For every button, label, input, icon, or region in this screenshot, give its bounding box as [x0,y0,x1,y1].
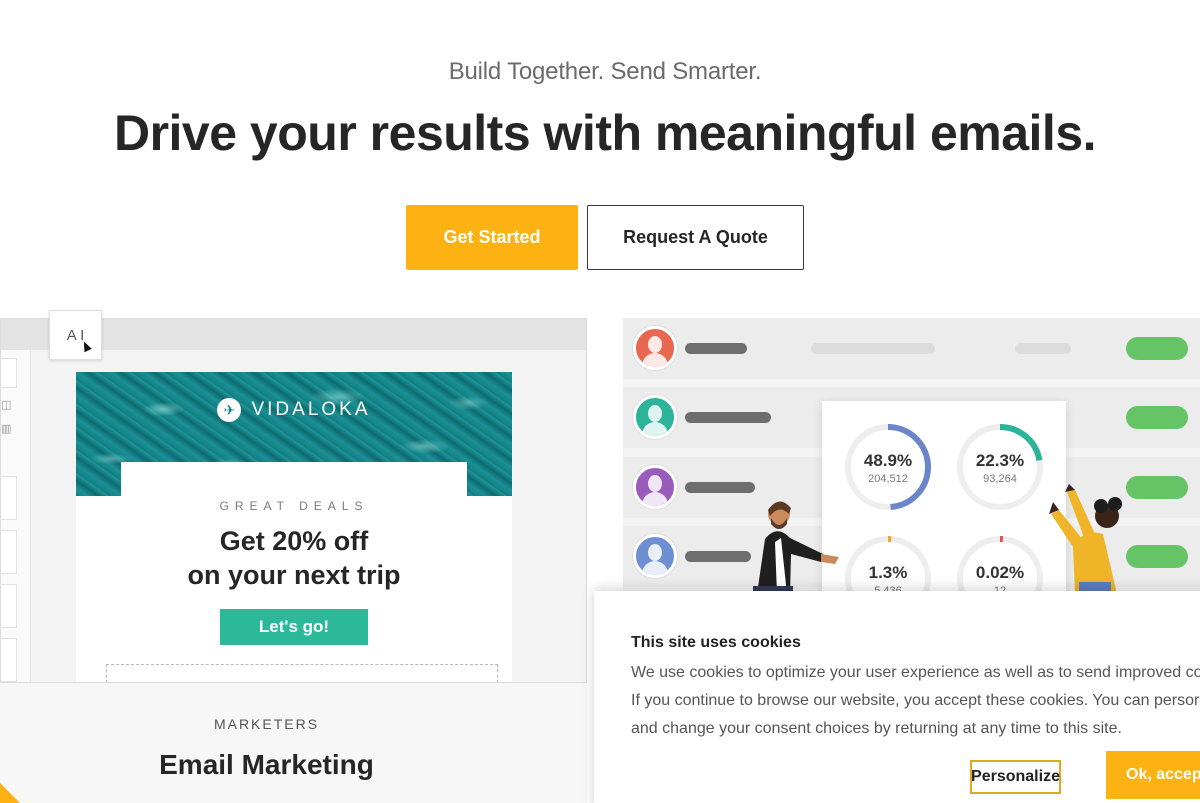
cookie-line-2: If you continue to browse our website, y… [631,692,1200,709]
text-tool: A I [49,310,102,360]
man-presenting-illustration [753,501,839,594]
request-quote-button[interactable]: Request A Quote [587,205,804,270]
stat-donut: 48.9% 204,512 [842,421,934,513]
feature-card-footer [0,683,587,803]
personalize-button[interactable]: Personalize [970,760,1061,794]
sidebar-tool [1,584,17,628]
sidebar-tool [1,638,17,682]
stat-donut: 22.3% 93,264 [954,421,1046,513]
columns-icon: ▥ [1,422,12,435]
cookie-line-3: and change your consent choices by retur… [631,720,1122,737]
email-eyebrow: GREAT DEALS [219,499,369,513]
accept-cookies-button[interactable]: Ok, accept [1106,751,1200,799]
contact-row [623,318,1200,379]
status-pill [1126,337,1188,360]
cookie-message: We use cookies to optimize your user exp… [631,659,1200,743]
offer-line-2: on your next trip [187,560,401,590]
email-editor-illustration: ◫ ▥ ✈ VIDALOKA GREAT DEALS Get 20% off o… [0,318,587,683]
name-placeholder [685,412,771,423]
hero-headline: Drive your results with meaningful email… [113,105,1097,161]
airplane-icon: ✈ [217,398,242,422]
feature-title: Email Marketing [159,749,374,780]
status-pill [1126,545,1188,568]
corner-accent [0,783,20,803]
cookie-banner: This site uses cookies We use cookies to… [594,591,1200,803]
cookie-title: This site uses cookies [631,634,801,651]
stat-percent: 1.3% [868,563,908,582]
layout-icon: ◫ [1,398,12,411]
avatar [633,395,677,439]
editor-sidebar: ◫ ▥ [1,350,31,682]
feature-eyebrow: MARKETERS [213,716,320,732]
sidebar-tool [1,476,17,520]
avatar [633,326,677,370]
stat-percent: 22.3% [975,451,1025,470]
text-placeholder [1015,343,1071,354]
text-placeholder [811,343,935,354]
name-placeholder [685,482,755,493]
stat-count: 204,512 [868,473,908,485]
stat-percent: 48.9% [863,451,913,470]
status-pill [1126,476,1188,499]
cookie-line-1: We use cookies to optimize your user exp… [631,664,1200,681]
stat-percent: 0.02% [975,563,1025,582]
drop-zone [106,664,498,682]
get-started-button[interactable]: Get Started [406,205,578,270]
sidebar-tool [1,358,17,388]
email-template-preview: ✈ VIDALOKA GREAT DEALS Get 20% off on yo… [76,372,512,682]
email-brand: ✈ VIDALOKA [76,398,512,422]
email-offer: Get 20% off on your next trip [76,524,512,592]
avatar [633,465,677,509]
name-placeholder [685,343,747,354]
avatar [633,534,677,578]
status-pill [1126,406,1188,429]
sidebar-tool [1,530,17,574]
woman-cheering-illustration [1049,484,1122,594]
hero-subtitle: Build Together. Send Smarter. [448,58,762,85]
email-cta-button: Let's go! [220,609,368,645]
offer-line-1: Get 20% off [219,526,369,556]
brand-name: VIDALOKA [251,399,371,420]
stats-card: 48.9% 204,512 22.3% 93,264 1.3% 5,436 0.… [822,401,1066,622]
stat-count: 93,264 [983,473,1017,485]
